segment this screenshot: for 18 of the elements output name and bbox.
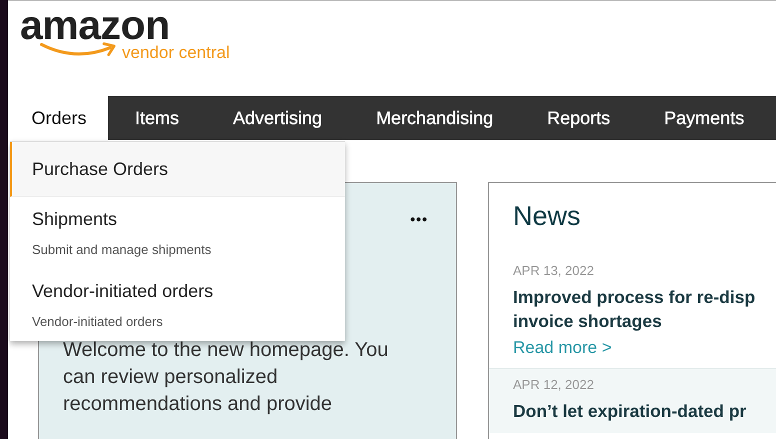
nav-tab[interactable]: Items	[108, 96, 206, 140]
smile-arrow-icon	[40, 41, 118, 59]
nav-tab[interactable]: Orders	[10, 96, 108, 140]
nav-tab[interactable]: Advertising	[206, 96, 350, 140]
news-title: News	[512, 201, 582, 232]
news-date: APR 13, 2022	[513, 263, 595, 278]
news-date: APR 12, 2022	[513, 377, 595, 392]
welcome-text: Welcome to the new homepage. You can review personalized recommendations and provide	[63, 338, 390, 417]
news-headline: Improved process for re-disp invoice shortages	[513, 286, 756, 333]
nav-tab[interactable]: Payments	[637, 96, 772, 140]
more-menu-button[interactable]: •••	[410, 211, 428, 227]
menu-item[interactable]: Shipments Submit and manage shipments	[10, 197, 345, 269]
nav-tab[interactable]: Merchandising	[349, 96, 520, 140]
nav-tab[interactable]: Reports	[520, 96, 638, 140]
news-headline: Don’t let expiration-dated pr	[513, 400, 748, 423]
menu-item[interactable]: Vendor-initiated orders Vendor-initiated orders	[10, 269, 345, 341]
menu-item[interactable]: Purchase Orders	[10, 142, 345, 197]
logo-subtitle: vendor central	[122, 43, 230, 63]
